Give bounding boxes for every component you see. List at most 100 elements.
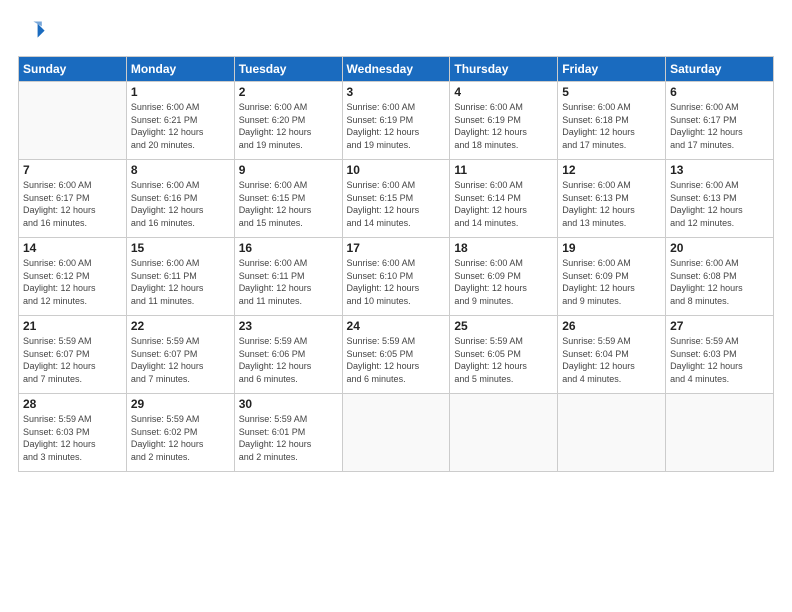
calendar-cell: 6 Sunrise: 6:00 AM Sunset: 6:17 PM Daylig… [666,82,774,160]
calendar-cell [666,394,774,472]
day-number: 28 [23,397,122,411]
day-info: Sunrise: 5:59 AM Sunset: 6:05 PM Dayligh… [454,335,553,385]
day-info: Sunrise: 6:00 AM Sunset: 6:10 PM Dayligh… [347,257,446,307]
day-info: Sunrise: 5:59 AM Sunset: 6:07 PM Dayligh… [23,335,122,385]
day-number: 23 [239,319,338,333]
day-info: Sunrise: 5:59 AM Sunset: 6:01 PM Dayligh… [239,413,338,463]
calendar-cell: 19 Sunrise: 6:00 AM Sunset: 6:09 PM Dayli… [558,238,666,316]
calendar-week-row: 1Sunrise: 6:00 AM Sunset: 6:21 PM Daylig… [19,82,774,160]
day-info: Sunrise: 6:00 AM Sunset: 6:15 PM Dayligh… [347,179,446,229]
calendar-cell: 13 Sunrise: 6:00 AM Sunset: 6:13 PM Dayli… [666,160,774,238]
day-number: 30 [239,397,338,411]
calendar-cell: 14 Sunrise: 6:00 AM Sunset: 6:12 PM Dayli… [19,238,127,316]
day-of-week-header: Thursday [450,57,558,82]
calendar-week-row: 7 Sunrise: 6:00 AM Sunset: 6:17 PM Daylig… [19,160,774,238]
calendar-week-row: 28 Sunrise: 5:59 AM Sunset: 6:03 PM Dayli… [19,394,774,472]
calendar-cell: 27Sunrise: 5:59 AM Sunset: 6:03 PM Dayli… [666,316,774,394]
calendar-cell: 30 Sunrise: 5:59 AM Sunset: 6:01 PM Dayli… [234,394,342,472]
day-info: Sunrise: 6:00 AM Sunset: 6:14 PM Dayligh… [454,179,553,229]
day-info: Sunrise: 6:00 AM Sunset: 6:11 PM Dayligh… [239,257,338,307]
calendar-week-row: 14 Sunrise: 6:00 AM Sunset: 6:12 PM Dayli… [19,238,774,316]
calendar-cell: 22 Sunrise: 5:59 AM Sunset: 6:07 PM Dayli… [126,316,234,394]
day-number: 18 [454,241,553,255]
header [18,18,774,46]
day-number: 17 [347,241,446,255]
calendar-cell: 16 Sunrise: 6:00 AM Sunset: 6:11 PM Dayli… [234,238,342,316]
calendar-cell: 11 Sunrise: 6:00 AM Sunset: 6:14 PM Dayli… [450,160,558,238]
page: SundayMondayTuesdayWednesdayThursdayFrid… [0,0,792,612]
calendar-table: SundayMondayTuesdayWednesdayThursdayFrid… [18,56,774,472]
day-info: Sunrise: 5:59 AM Sunset: 6:03 PM Dayligh… [23,413,122,463]
day-info: Sunrise: 6:00 AM Sunset: 6:13 PM Dayligh… [670,179,769,229]
calendar-header-row: SundayMondayTuesdayWednesdayThursdayFrid… [19,57,774,82]
day-info: Sunrise: 6:00 AM Sunset: 6:17 PM Dayligh… [23,179,122,229]
calendar-cell: 1Sunrise: 6:00 AM Sunset: 6:21 PM Daylig… [126,82,234,160]
calendar-cell: 24 Sunrise: 5:59 AM Sunset: 6:05 PM Dayli… [342,316,450,394]
day-info: Sunrise: 6:00 AM Sunset: 6:16 PM Dayligh… [131,179,230,229]
day-number: 11 [454,163,553,177]
day-info: Sunrise: 5:59 AM Sunset: 6:03 PM Dayligh… [670,335,769,385]
calendar-week-row: 21 Sunrise: 5:59 AM Sunset: 6:07 PM Dayli… [19,316,774,394]
day-info: Sunrise: 6:00 AM Sunset: 6:15 PM Dayligh… [239,179,338,229]
calendar-cell: 26 Sunrise: 5:59 AM Sunset: 6:04 PM Dayli… [558,316,666,394]
day-number: 13 [670,163,769,177]
calendar-cell: 17 Sunrise: 6:00 AM Sunset: 6:10 PM Dayli… [342,238,450,316]
day-number: 25 [454,319,553,333]
day-info: Sunrise: 5:59 AM Sunset: 6:02 PM Dayligh… [131,413,230,463]
day-info: Sunrise: 6:00 AM Sunset: 6:21 PM Dayligh… [131,101,230,151]
day-number: 21 [23,319,122,333]
calendar-cell: 20 Sunrise: 6:00 AM Sunset: 6:08 PM Dayli… [666,238,774,316]
day-info: Sunrise: 6:00 AM Sunset: 6:18 PM Dayligh… [562,101,661,151]
day-info: Sunrise: 6:00 AM Sunset: 6:09 PM Dayligh… [454,257,553,307]
calendar-cell: 23 Sunrise: 5:59 AM Sunset: 6:06 PM Dayli… [234,316,342,394]
calendar-cell [558,394,666,472]
day-of-week-header: Friday [558,57,666,82]
calendar-cell: 4 Sunrise: 6:00 AM Sunset: 6:19 PM Daylig… [450,82,558,160]
day-info: Sunrise: 6:00 AM Sunset: 6:11 PM Dayligh… [131,257,230,307]
day-info: Sunrise: 5:59 AM Sunset: 6:05 PM Dayligh… [347,335,446,385]
day-of-week-header: Monday [126,57,234,82]
day-number: 3 [347,85,446,99]
day-number: 15 [131,241,230,255]
day-info: Sunrise: 5:59 AM Sunset: 6:04 PM Dayligh… [562,335,661,385]
day-of-week-header: Saturday [666,57,774,82]
day-of-week-header: Tuesday [234,57,342,82]
day-info: Sunrise: 6:00 AM Sunset: 6:17 PM Dayligh… [670,101,769,151]
day-number: 24 [347,319,446,333]
calendar-cell: 25 Sunrise: 5:59 AM Sunset: 6:05 PM Dayli… [450,316,558,394]
calendar-cell: 8 Sunrise: 6:00 AM Sunset: 6:16 PM Daylig… [126,160,234,238]
day-info: Sunrise: 6:00 AM Sunset: 6:13 PM Dayligh… [562,179,661,229]
day-number: 22 [131,319,230,333]
calendar-cell: 10 Sunrise: 6:00 AM Sunset: 6:15 PM Dayli… [342,160,450,238]
day-number: 19 [562,241,661,255]
day-info: Sunrise: 6:00 AM Sunset: 6:08 PM Dayligh… [670,257,769,307]
day-info: Sunrise: 6:00 AM Sunset: 6:19 PM Dayligh… [347,101,446,151]
day-number: 14 [23,241,122,255]
day-of-week-header: Sunday [19,57,127,82]
day-number: 6 [670,85,769,99]
day-number: 29 [131,397,230,411]
day-info: Sunrise: 6:00 AM Sunset: 6:19 PM Dayligh… [454,101,553,151]
calendar-cell: 9 Sunrise: 6:00 AM Sunset: 6:15 PM Daylig… [234,160,342,238]
day-number: 7 [23,163,122,177]
day-number: 12 [562,163,661,177]
calendar-cell: 29 Sunrise: 5:59 AM Sunset: 6:02 PM Dayli… [126,394,234,472]
day-info: Sunrise: 5:59 AM Sunset: 6:06 PM Dayligh… [239,335,338,385]
day-number: 5 [562,85,661,99]
day-number: 20 [670,241,769,255]
day-of-week-header: Wednesday [342,57,450,82]
day-number: 16 [239,241,338,255]
day-info: Sunrise: 6:00 AM Sunset: 6:09 PM Dayligh… [562,257,661,307]
day-number: 4 [454,85,553,99]
logo [18,18,50,46]
day-number: 8 [131,163,230,177]
day-number: 10 [347,163,446,177]
calendar-cell: 18 Sunrise: 6:00 AM Sunset: 6:09 PM Dayli… [450,238,558,316]
day-number: 26 [562,319,661,333]
calendar-cell: 5 Sunrise: 6:00 AM Sunset: 6:18 PM Daylig… [558,82,666,160]
day-info: Sunrise: 5:59 AM Sunset: 6:07 PM Dayligh… [131,335,230,385]
calendar-cell: 12 Sunrise: 6:00 AM Sunset: 6:13 PM Dayli… [558,160,666,238]
day-info: Sunrise: 6:00 AM Sunset: 6:12 PM Dayligh… [23,257,122,307]
day-number: 9 [239,163,338,177]
calendar-cell: 15 Sunrise: 6:00 AM Sunset: 6:11 PM Dayli… [126,238,234,316]
